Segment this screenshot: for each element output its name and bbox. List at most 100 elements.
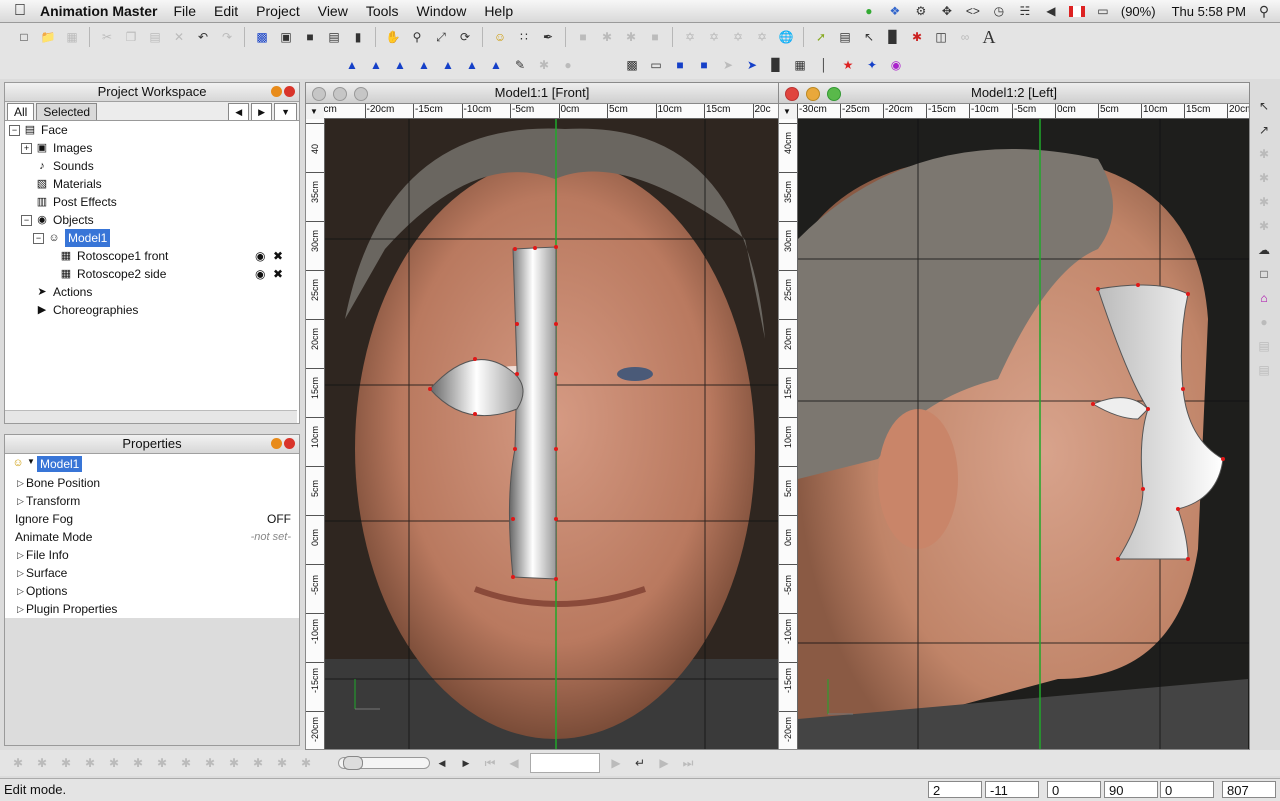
tree-item[interactable]: ➤ Actions	[5, 283, 299, 301]
grid-icon[interactable]: ▦	[790, 55, 810, 75]
tool-dim-1-icon[interactable]: ✱	[1254, 144, 1274, 164]
ruler-menu-icon[interactable]: ▼	[783, 107, 791, 116]
bone-tool-1-icon[interactable]: ▲	[342, 55, 362, 75]
minimize-icon[interactable]	[806, 87, 820, 101]
menu-window[interactable]: Window	[417, 3, 467, 19]
render-to-file-icon[interactable]: ▤	[324, 27, 344, 47]
chart-icon[interactable]: ▉	[883, 27, 903, 47]
tree-item[interactable]: + ▣ Images	[5, 139, 299, 157]
globe-icon[interactable]: 🌐	[776, 27, 796, 47]
side-viewport[interactable]: Model1:2 [Left] -30cm -25cm -20cm -15cm -10c…	[778, 82, 1250, 750]
clock[interactable]: Thu 5:58 PM	[1172, 4, 1246, 19]
visibility-eye-icon[interactable]: ◉	[255, 265, 265, 283]
scroll-left-icon[interactable]: ◀	[228, 103, 250, 120]
app-name-menu[interactable]: Animation Master	[40, 3, 157, 19]
snap-icon[interactable]: ✡	[680, 27, 700, 47]
time-slider-thumb[interactable]	[343, 756, 363, 770]
tree-item[interactable]: ▦ Rotoscope2 side ◉ ✖	[5, 265, 299, 283]
copy-icon[interactable]: ❐	[121, 27, 141, 47]
bottom-tool-5-icon[interactable]: ✱	[104, 753, 124, 773]
tree-item[interactable]: ♪ Sounds	[5, 157, 299, 175]
close-icon[interactable]	[312, 87, 326, 101]
bottom-tool-8-icon[interactable]: ✱	[176, 753, 196, 773]
input-source-flag-icon[interactable]	[1068, 5, 1085, 17]
visibility-eye-icon[interactable]: ◉	[255, 247, 265, 265]
collapse-icon[interactable]: −	[21, 215, 32, 226]
menu-tools[interactable]: Tools	[366, 3, 399, 19]
bottom-tool-2-icon[interactable]: ✱	[32, 753, 52, 773]
arrow-tool-icon[interactable]: ➤	[742, 55, 762, 75]
battery-icon[interactable]: ▭	[1095, 4, 1111, 18]
tree-item[interactable]: ▥ Post Effects	[5, 193, 299, 211]
bias-icon[interactable]: ➤	[718, 55, 738, 75]
spotlight-search-icon[interactable]: ⚲	[1256, 4, 1272, 18]
lathe-icon[interactable]: ■	[573, 27, 593, 47]
text-tool-icon[interactable]: A	[979, 27, 999, 47]
tree-item[interactable]: − ◉ Objects	[5, 211, 299, 229]
disclosure-triangle-icon[interactable]: ▷	[17, 600, 24, 618]
lasso-icon[interactable]: ☁	[1254, 240, 1274, 260]
new-icon[interactable]: □	[14, 27, 34, 47]
paste-icon[interactable]: ▤	[145, 27, 165, 47]
hand-pan-icon[interactable]: ✋	[383, 27, 403, 47]
rotate-view-icon[interactable]: ⟳	[455, 27, 475, 47]
disclosure-triangle-icon[interactable]: ▷	[17, 546, 24, 564]
bone-tool-2-icon[interactable]: ▲	[366, 55, 386, 75]
delete-icon[interactable]: ✕	[169, 27, 189, 47]
house-icon[interactable]: ⌂	[1254, 288, 1274, 308]
close-icon[interactable]	[284, 438, 295, 449]
tool-dim-4-icon[interactable]: ✱	[1254, 216, 1274, 236]
bottom-tool-10-icon[interactable]: ✱	[224, 753, 244, 773]
bone-tool-5-icon[interactable]: ▲	[438, 55, 458, 75]
solid-mode-icon[interactable]: ■	[670, 55, 690, 75]
dropbox-icon[interactable]: ❖	[887, 4, 903, 18]
open-icon[interactable]: 📁	[38, 27, 58, 47]
properties-dropdown-icon[interactable]: ▼	[27, 457, 35, 466]
add-cp-arrow-icon[interactable]: ↗	[1254, 120, 1274, 140]
undo-icon[interactable]: ↶	[193, 27, 213, 47]
front-viewport[interactable]: Model1:1 [Front] 5cm -20cm -15cm -10cm -5cm 0…	[305, 82, 779, 750]
notes-icon[interactable]: ▤	[835, 27, 855, 47]
tab-all[interactable]: All	[7, 103, 35, 120]
tool-dim-7-icon[interactable]: ▤	[1254, 360, 1274, 380]
select-group-icon[interactable]: ▩	[252, 27, 272, 47]
frame-next-icon[interactable]: ▶	[456, 753, 476, 773]
menu-help[interactable]: Help	[484, 3, 513, 19]
hide-icon[interactable]: ✡	[728, 27, 748, 47]
star-icon[interactable]: ★	[838, 55, 858, 75]
loop-icon[interactable]: ↵	[630, 753, 650, 773]
property-row[interactable]: ▷ Options	[5, 582, 299, 600]
redo-icon[interactable]: ↷	[217, 27, 237, 47]
evernote-icon[interactable]: ●	[861, 4, 877, 18]
bottom-tool-1-icon[interactable]: ✱	[8, 753, 28, 773]
rotoscope-toggle-icon[interactable]: │	[814, 55, 834, 75]
color-orb-icon[interactable]: ◉	[886, 55, 906, 75]
code-icon[interactable]: <>	[965, 4, 981, 18]
bottom-tool-3-icon[interactable]: ✱	[56, 753, 76, 773]
cut-icon[interactable]: ✂	[97, 27, 117, 47]
properties-selected-object[interactable]: Model1	[37, 456, 83, 472]
menu-file[interactable]: File	[173, 3, 196, 19]
scroll-right-icon[interactable]: ▶	[251, 103, 273, 120]
collapse-icon[interactable]: −	[9, 125, 20, 136]
bones-mode-icon[interactable]: ☺	[490, 27, 510, 47]
menu-project[interactable]: Project	[256, 3, 300, 19]
minimize-icon[interactable]	[271, 86, 282, 97]
bottom-tool-13-icon[interactable]: ✱	[296, 753, 316, 773]
workspace-scrollbar[interactable]	[5, 410, 297, 423]
menu-edit[interactable]: Edit	[214, 3, 238, 19]
apple-menu-icon[interactable]: 	[0, 2, 40, 20]
tree-item[interactable]: − ☺ Model1	[5, 229, 299, 247]
fit-view-icon[interactable]: ⤢	[431, 27, 451, 47]
tool-dim-3-icon[interactable]: ✱	[1254, 192, 1274, 212]
minimize-icon[interactable]	[271, 438, 282, 449]
fill-icon[interactable]: ●	[558, 55, 578, 75]
muscle-mode-icon[interactable]: ∷	[514, 27, 534, 47]
bone-tool-7-icon[interactable]: ▲	[486, 55, 506, 75]
tab-selected[interactable]: Selected	[36, 103, 98, 120]
disclosure-triangle-icon[interactable]: ▷	[17, 474, 24, 492]
wireframe-globe-icon[interactable]: ◫	[931, 27, 951, 47]
link-icon[interactable]: ∞	[955, 27, 975, 47]
pointer-add-icon[interactable]: ↖	[859, 27, 879, 47]
time-slider[interactable]	[338, 756, 430, 770]
